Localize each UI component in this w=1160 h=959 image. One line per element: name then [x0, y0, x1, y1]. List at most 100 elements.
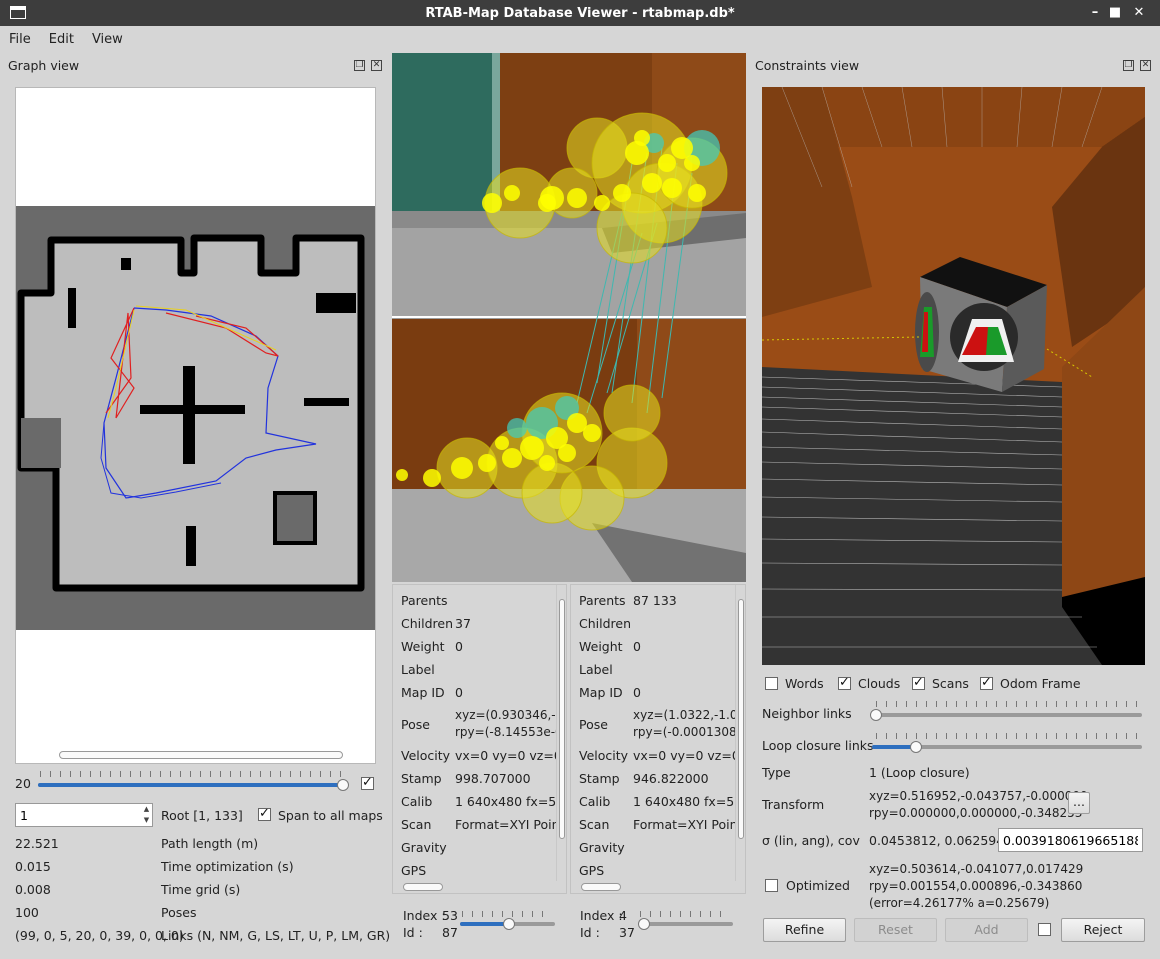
odom-frame-label: Odom Frame	[1000, 676, 1081, 691]
reset-button[interactable]: Reset	[854, 918, 937, 942]
info-row: Children	[579, 616, 632, 631]
3d-constraint-view[interactable]	[762, 87, 1145, 665]
words-label: Words	[785, 676, 824, 691]
optimized-rpy: rpy=0.001554,0.000896,-0.343860	[869, 879, 1083, 893]
graph-view-title: Graph view	[8, 58, 80, 73]
type-value: 1 (Loop closure)	[869, 765, 970, 780]
spin-arrows-icon[interactable]: ▲ ▼	[141, 804, 152, 826]
root-label: Root [1, 133]	[161, 808, 243, 823]
info-row: Label	[579, 662, 613, 677]
stat-value: 100	[15, 905, 39, 920]
menu-view[interactable]: View	[83, 32, 132, 47]
add-button[interactable]: Add	[945, 918, 1028, 942]
info-row: Calib 1 640x480 fx=554	[579, 794, 746, 809]
right-index-handle[interactable]	[638, 918, 650, 930]
right-id-value: 37	[619, 925, 635, 940]
graph-slider-handle[interactable]	[337, 779, 349, 791]
slider-ticks	[462, 911, 552, 917]
odom-frame-checkbox[interactable]	[980, 675, 993, 690]
maximize-icon[interactable]: ■	[1105, 3, 1125, 23]
neighbor-links-slider[interactable]	[872, 713, 1142, 717]
close-dock-icon[interactable]: ✕	[1140, 60, 1151, 71]
stat-label: Path length (m)	[161, 836, 259, 851]
slider-ticks	[876, 733, 1140, 739]
stat-value: 0.008	[15, 882, 51, 897]
pose-rpy: rpy=(-8.14553e-06	[455, 725, 567, 739]
info-row: Velocity vx=0 vy=0 vz=0 vr	[579, 748, 746, 763]
optimized-error: (error=4.26177% a=0.25679)	[869, 896, 1050, 910]
slider-ticks	[640, 911, 730, 917]
pose-xyz: xyz=(1.0322,-1.05	[633, 708, 746, 722]
image-comparison-view[interactable]	[392, 53, 746, 582]
words-checkbox[interactable]	[765, 677, 778, 690]
right-index-value: 4	[619, 908, 627, 923]
left-index-value: 53	[442, 908, 458, 923]
left-info-hscroll[interactable]	[393, 881, 556, 893]
reject-checkbox[interactable]	[1038, 923, 1051, 936]
constraints-view-title: Constraints view	[755, 58, 860, 73]
info-row: Gravity	[579, 840, 625, 855]
info-row: Pose	[579, 717, 608, 732]
float-icon[interactable]: ❐	[354, 60, 365, 71]
clouds-checkbox[interactable]	[838, 675, 851, 690]
span-maps-label: Span to all maps	[278, 808, 383, 823]
stat-label: Time grid (s)	[161, 882, 241, 897]
slider-ticks	[40, 771, 346, 777]
info-row: Parents 87 133	[579, 593, 677, 608]
right-info-vscroll[interactable]	[735, 585, 745, 881]
left-id-value: 87	[442, 925, 458, 940]
right-index-slider[interactable]	[638, 922, 733, 926]
loop-links-label: Loop closure links	[762, 738, 874, 753]
refine-button[interactable]: Refine	[763, 918, 846, 942]
span-maps-checkbox[interactable]	[258, 806, 271, 821]
right-index-label: Index :	[580, 908, 623, 923]
optimized-xyz: xyz=0.503614,-0.041077,0.017429	[869, 862, 1084, 876]
pose-xyz: xyz=(0.930346,-1.	[455, 708, 567, 722]
occupancy-map	[16, 206, 375, 630]
window-title: RTAB-Map Database Viewer - rtabmap.db*	[425, 5, 735, 21]
info-row: Weight 0	[401, 639, 463, 654]
close-icon[interactable]: ✕	[1129, 3, 1149, 23]
transform-edit-button[interactable]: ...	[1068, 792, 1090, 814]
transform-xyz: xyz=0.516952,-0.043757,-0.000000	[869, 789, 1088, 803]
right-node-info: Parents 87 133 Children Weight 0 Label Map…	[570, 584, 746, 894]
info-row: Stamp 998.707000	[401, 771, 531, 786]
loop-links-handle[interactable]	[910, 741, 922, 753]
graph-canvas[interactable]	[15, 87, 376, 764]
root-spinbox[interactable]	[15, 803, 153, 827]
type-label: Type	[762, 765, 791, 780]
neighbor-links-label: Neighbor links	[762, 706, 852, 721]
info-row: GPS	[401, 863, 427, 878]
covariance-field[interactable]	[998, 828, 1143, 852]
info-row: Pose	[401, 717, 430, 732]
float-icon[interactable]: ❐	[1123, 60, 1134, 71]
graph-hscroll[interactable]	[16, 749, 375, 761]
left-info-vscroll[interactable]	[556, 585, 566, 881]
reject-button[interactable]: Reject	[1061, 918, 1145, 942]
info-row: Gravity	[401, 840, 447, 855]
menu-bar: File Edit View	[0, 26, 1160, 52]
left-node-info: Parents Children 37 Weight 0 Label Map ID 0…	[392, 584, 567, 894]
title-bar: RTAB-Map Database Viewer - rtabmap.db* –…	[0, 0, 1160, 26]
menu-edit[interactable]: Edit	[40, 32, 83, 47]
info-row: Label	[401, 662, 435, 677]
info-row: GPS	[579, 863, 605, 878]
right-id-label: Id :	[580, 925, 600, 940]
left-index-label: Index :	[403, 908, 446, 923]
optimized-checkbox[interactable]	[765, 879, 778, 892]
neighbor-links-handle[interactable]	[870, 709, 882, 721]
menu-file[interactable]: File	[0, 32, 40, 47]
close-dock-icon[interactable]: ✕	[371, 60, 382, 71]
graph-slider-checkbox[interactable]	[361, 775, 374, 790]
minimize-icon[interactable]: –	[1085, 3, 1105, 23]
info-row: Scan Format=XYI Point	[579, 817, 743, 832]
transform-label: Transform	[762, 797, 825, 812]
info-row: Velocity vx=0 vy=0 vz=0 vr	[401, 748, 567, 763]
info-row: Children 37	[401, 616, 471, 631]
left-index-handle[interactable]	[503, 918, 515, 930]
right-info-hscroll[interactable]	[571, 881, 735, 893]
scans-checkbox[interactable]	[912, 675, 925, 690]
graph-slider-value: 20	[15, 776, 31, 791]
sigma-label: σ (lin, ang), cov	[762, 833, 860, 848]
info-row: Stamp 946.822000	[579, 771, 709, 786]
